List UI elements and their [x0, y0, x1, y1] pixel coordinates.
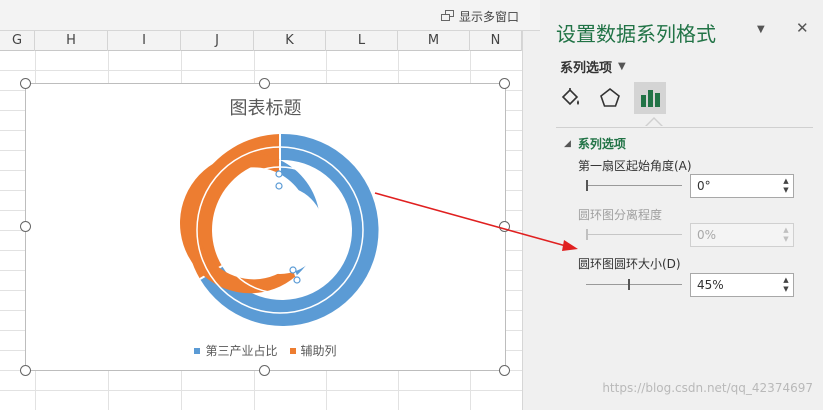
section-title: 系列选项: [577, 137, 626, 151]
resize-handle-right[interactable]: [499, 221, 510, 232]
section-header-series-options[interactable]: ◢ 系列选项: [564, 135, 626, 152]
format-data-series-pane: 设置数据系列格式 ▼ ✕ 系列选项 ▼ ◢ 系列选项 第一扇区起始角度(A) 0…: [540, 0, 823, 410]
show-multi-window-button[interactable]: 显示多窗口: [441, 8, 519, 24]
doughnut-hole-size-value[interactable]: 45%: [697, 278, 724, 292]
doughnut-explosion-slider: [586, 229, 682, 241]
column-header-k[interactable]: K: [254, 31, 326, 51]
resize-handle-bottom[interactable]: [259, 365, 270, 376]
first-slice-angle-slider[interactable]: [586, 180, 682, 192]
column-header-j[interactable]: J: [181, 31, 254, 51]
series-options-menu-label: 系列选项: [560, 61, 613, 76]
doughnut-hole-size-slider[interactable]: [586, 279, 682, 291]
doughnut-explosion-spinner: 0% ▲ ▼: [690, 223, 794, 247]
watermark: https://blog.csdn.net/qq_42374697: [602, 381, 813, 395]
pane-options-dropdown-icon[interactable]: ▼: [757, 24, 765, 35]
spreadsheet: 显示多窗口 G H I J K L M N 图表标题 第三产业占比 辅助列: [0, 0, 540, 410]
spinner-arrows-icon: ▲ ▼: [783, 226, 789, 243]
column-header-i[interactable]: I: [108, 31, 181, 51]
column-header-g[interactable]: G: [0, 31, 35, 51]
resize-handle-top[interactable]: [259, 78, 270, 89]
column-header-h[interactable]: H: [35, 31, 108, 51]
collapse-triangle-icon: ◢: [564, 138, 571, 149]
resize-handle-top-left[interactable]: [20, 78, 31, 89]
column-headers: G H I J K L M N: [0, 31, 540, 51]
sheet-toolbar: 显示多窗口: [0, 0, 540, 31]
column-header-l[interactable]: L: [326, 31, 398, 51]
resize-handle-left[interactable]: [20, 221, 31, 232]
first-slice-angle-value[interactable]: 0°: [697, 179, 711, 193]
pane-divider: [556, 127, 813, 128]
resize-handle-top-right[interactable]: [499, 78, 510, 89]
pentagon-icon: [600, 87, 620, 107]
pane-category-tabs: [554, 82, 666, 116]
pane-splitter[interactable]: [522, 31, 540, 410]
spinner-arrows-icon[interactable]: ▲ ▼: [779, 274, 793, 296]
resize-handle-bottom-left[interactable]: [20, 365, 31, 376]
tab-series-options[interactable]: [634, 82, 666, 114]
donut-plot[interactable]: [26, 84, 507, 372]
donut-chart[interactable]: 图表标题 第三产业占比 辅助列: [25, 83, 506, 371]
bar-chart-icon: [641, 90, 660, 107]
column-header-n[interactable]: N: [470, 31, 522, 51]
legend-item-series1[interactable]: 第三产业占比: [194, 342, 278, 359]
resize-handle-bottom-right[interactable]: [499, 365, 510, 376]
legend-label-series2: 辅助列: [300, 344, 337, 358]
first-slice-angle-label: 第一扇区起始角度(A): [578, 159, 692, 173]
close-pane-icon[interactable]: ✕: [796, 19, 809, 37]
paint-bucket-icon: [561, 88, 579, 106]
pane-title: 设置数据系列格式: [556, 22, 716, 46]
chevron-down-icon: ▼: [618, 61, 626, 72]
legend-label-series1: 第三产业占比: [205, 344, 278, 358]
doughnut-explosion-label: 圆环图分离程度: [578, 208, 663, 222]
first-slice-angle-spinner[interactable]: 0° ▲ ▼: [690, 174, 794, 198]
tab-fill-line[interactable]: [554, 82, 586, 114]
legend-swatch-orange: [289, 347, 296, 354]
tab-effects[interactable]: [594, 82, 626, 114]
legend-swatch-blue: [194, 347, 201, 354]
legend-item-series2[interactable]: 辅助列: [289, 342, 337, 359]
doughnut-hole-size-label: 圆环图圆环大小(D): [578, 257, 681, 271]
multi-window-icon: [441, 10, 455, 22]
series-options-menu[interactable]: 系列选项 ▼: [560, 57, 626, 76]
doughnut-hole-size-spinner[interactable]: 45% ▲ ▼: [690, 273, 794, 297]
column-header-m[interactable]: M: [398, 31, 470, 51]
show-multi-window-label: 显示多窗口: [459, 9, 520, 24]
spinner-arrows-icon[interactable]: ▲ ▼: [779, 175, 793, 197]
doughnut-explosion-value: 0%: [697, 228, 717, 242]
chart-legend[interactable]: 第三产业占比 辅助列: [26, 342, 505, 359]
